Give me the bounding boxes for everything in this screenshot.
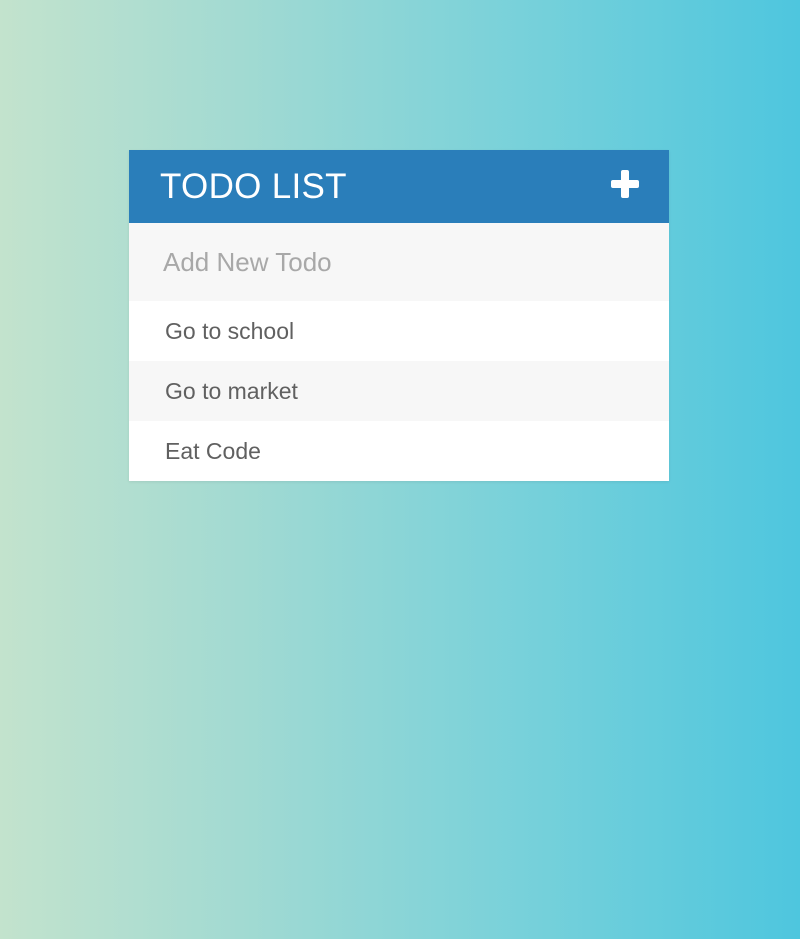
todo-list: Go to school Go to market Eat Code bbox=[129, 301, 669, 481]
todo-header: TODO LIST bbox=[129, 150, 669, 223]
page-title: TODO LIST bbox=[160, 166, 347, 206]
todo-item[interactable]: Eat Code bbox=[129, 421, 669, 481]
new-todo-input[interactable] bbox=[129, 223, 669, 301]
add-todo-button[interactable] bbox=[611, 169, 639, 198]
plus-icon bbox=[611, 169, 639, 198]
todo-item[interactable]: Go to market bbox=[129, 361, 669, 421]
todo-item[interactable]: Go to school bbox=[129, 301, 669, 361]
todo-card: TODO LIST Go to school Go to market Eat … bbox=[129, 150, 669, 481]
